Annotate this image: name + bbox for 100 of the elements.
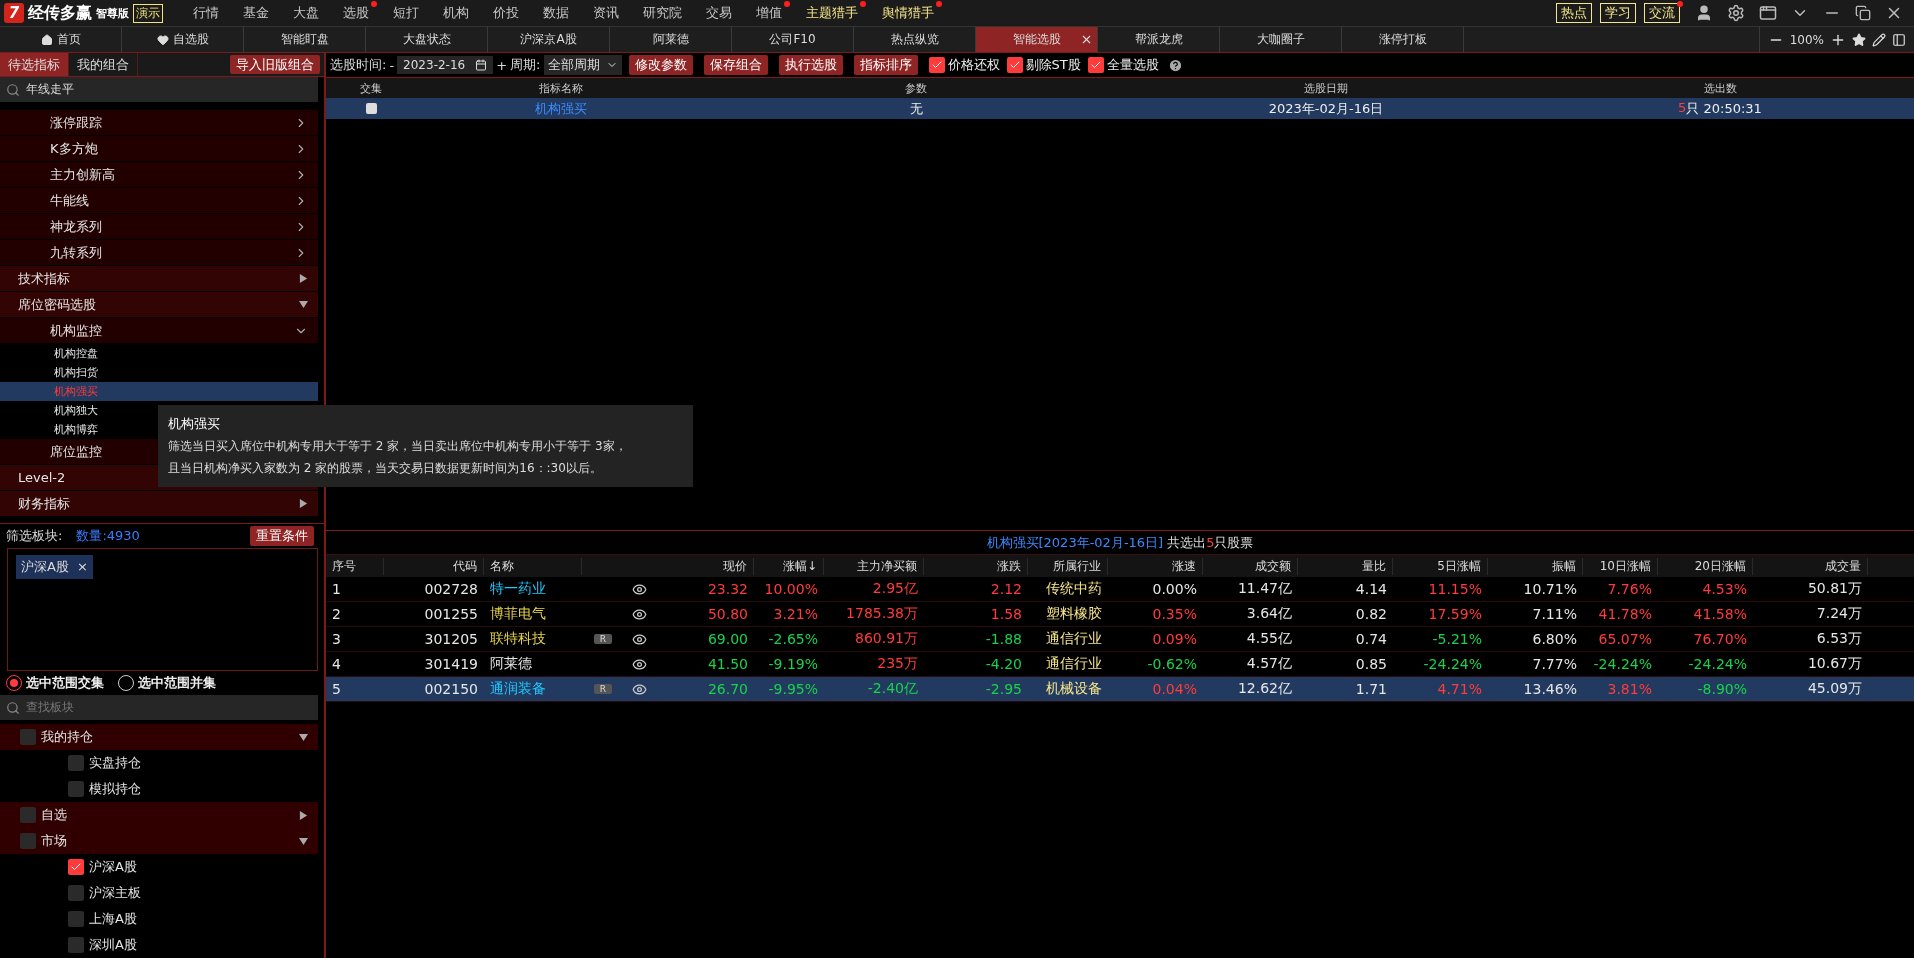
table-cell-text: 65.07% [1597,631,1653,647]
table-cell-text: 10.71% [1522,581,1578,597]
column-header: 选股日期 [1303,80,1349,96]
table-cell-text: 3.21% [772,606,819,622]
tooltip-text: 且当日机构净买入家数为 2 家的股票，当天交易日数据更新时间为16：:30以后。 [168,460,603,477]
table-cell-text: 11.47亿 [1236,580,1293,598]
table-cell-text: 002728 [423,581,479,597]
table-cell-text: -24.24% [1592,656,1653,672]
table-cell-text: 001255 [423,606,479,622]
table-cell-text: -9.95% [767,681,819,697]
table-cell-text: 12.62亿 [1236,680,1293,698]
table-cell-text: 0.04% [1151,681,1198,697]
table-cell-text: 2 [331,606,342,622]
table-cell-text: 机械设备 [1045,680,1103,698]
table-cell-text: -8.90% [1696,681,1748,697]
column-header: 交集 [359,80,383,96]
table-cell-text: 10.67万 [1806,655,1863,673]
table-cell-text: 6.53万 [1815,630,1863,648]
table-cell-text: 3.64亿 [1245,605,1293,623]
table-cell-text: 17.59% [1427,606,1483,622]
table-cell-text: 3 [331,631,342,647]
date-label: 选股时间: [330,56,387,74]
table-cell-text: 50.80 [706,606,749,622]
table-cell-text: -9.19% [767,656,819,672]
table-cell-text: 0.09% [1151,631,1198,647]
result-suffix: 只股票 [1214,533,1254,552]
table-cell-text: 4.55亿 [1245,630,1293,648]
tooltip-title: 机构强买 [168,415,221,433]
table-cell-text: -0.62% [1146,656,1198,672]
r-badge: R [593,634,613,644]
mode-badge: 演示 [133,3,163,23]
table-cell-text: 0.00% [1151,581,1198,597]
table-cell-text: 0.82 [1354,606,1388,622]
table-cell-text: 7.24万 [1815,605,1863,623]
table-cell-text: 7.77% [1531,656,1578,672]
table-cell-text: 塑料橡胶 [1045,605,1103,623]
table-cell-text: 通信行业 [1045,655,1103,673]
edition-label: 智尊版 [96,5,129,21]
table-cell-text: 4.14 [1354,581,1388,597]
table-cell-text: 41.50 [706,656,749,672]
table-cell-text: 4.57亿 [1245,655,1293,673]
table-cell-text: -24.24% [1422,656,1483,672]
table-cell-text: 2023年-02月-16日 [1267,99,1385,118]
table-cell-text: 7.11% [1531,606,1578,622]
count-label: 数量:4930 [76,526,140,545]
table-cell-text: 4.71% [1436,681,1483,697]
table-cell-text: 0.85 [1354,656,1388,672]
table-cell-text: 235万 [876,655,919,673]
table-cell-text: 301419 [423,656,479,672]
app-title: 经传多赢 [28,2,92,24]
table-cell-text: 26.70 [706,681,749,697]
table-cell-text: -5.21% [1431,631,1483,647]
table-cell-text: 860.91万 [854,630,919,648]
table-cell-text: 2.12 [989,581,1023,597]
table-cell-text: 41.58% [1692,606,1748,622]
table-cell-text: -2.95 [984,681,1023,697]
filter-label: 筛选板块: [6,526,63,545]
result-count: 5 [1206,535,1215,550]
table-cell-text: 2.95亿 [871,580,919,598]
tooltip-text: 筛选当日买入席位中机构专用大于等于 2 家，当日卖出席位中机构专用小于等于 3家， [168,438,628,455]
app-logo: 7 [4,3,24,23]
table-cell-text: 23.32 [706,581,749,597]
table-cell-text: -2.65% [767,631,819,647]
table-cell-text: 传统中药 [1045,580,1103,598]
table-cell-text: 1.58 [989,606,1023,622]
table-cell-text: 6.80% [1531,631,1578,647]
result-prefix: 共选出 [1167,533,1207,552]
table-cell-text: 11.15% [1427,581,1483,597]
column-header: 参数 [904,80,928,96]
table-cell-text: 50.81万 [1806,580,1863,598]
table-cell-text: 1785.38万 [845,605,919,623]
table-cell-text: 45.09万 [1806,680,1863,698]
column-header: 指标名称 [538,80,584,96]
table-cell-text: 5 [331,681,342,697]
zoom-level: 100% [1789,32,1824,47]
table-cell-text: 69.00 [706,631,749,647]
table-cell: 只 20:50:31 [1686,99,1762,118]
period-label: 周期: [510,56,541,74]
table-cell-text: 76.70% [1692,631,1748,647]
column-header: 选出数 [1702,80,1738,96]
table-cell-text: 4 [331,656,342,672]
table-cell-text: 无 [908,99,924,118]
r-badge: R [593,684,613,694]
table-cell-text: 4.53% [1701,581,1748,597]
table-cell-text: -4.20 [984,656,1023,672]
count-value: 5 [1678,99,1687,117]
table-cell-text: 通信行业 [1045,630,1103,648]
table-cell-text: -1.88 [984,631,1023,647]
table-cell-text: -2.40亿 [866,680,919,698]
table-cell-text: 7.76% [1606,581,1653,597]
table-cell-text: 3.81% [1606,681,1653,697]
table-cell-text: -24.24% [1687,656,1748,672]
table-cell-text: 0.35% [1151,606,1198,622]
result-title: 机构强买[2023年-02月-16日] [986,533,1164,552]
table-cell-text: 301205 [423,631,479,647]
table-cell-text: 0.74 [1354,631,1388,647]
table-cell-text: 1.71 [1354,681,1388,697]
table-cell-text: 13.46% [1522,681,1578,697]
table-cell-text: 1 [331,581,342,597]
table-cell-text: 10.00% [763,581,819,597]
